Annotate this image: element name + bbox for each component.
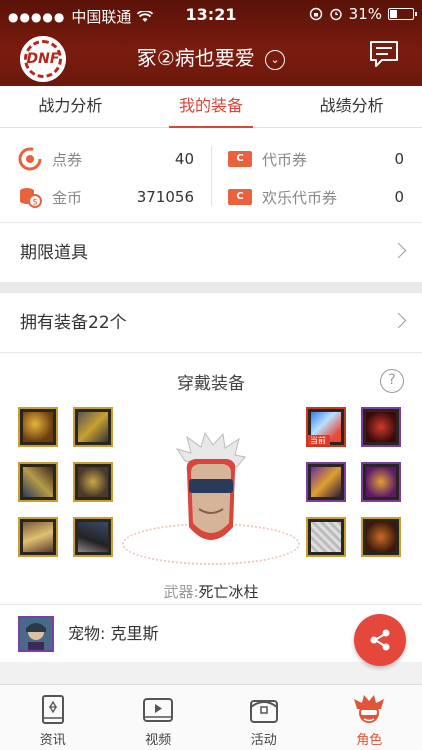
help-icon[interactable]: ? (380, 369, 404, 393)
equipment-slot[interactable] (73, 517, 113, 557)
share-button[interactable] (354, 614, 406, 666)
owned-equipment-label: 拥有装备22个 (20, 313, 127, 333)
currency-item-dianquan: 点券 40 (18, 144, 194, 174)
equipment-slot[interactable] (73, 462, 113, 502)
currency-value: 40 (174, 150, 194, 168)
svg-text:$: $ (32, 198, 38, 208)
currency-label: 金币 (52, 188, 83, 207)
current-weapon: 武器:死亡冰柱 (0, 581, 422, 602)
currency-item-token-coupon: C 代币券 0 (228, 144, 404, 174)
currency-value: 371056 (136, 188, 194, 206)
dian-quan-icon (18, 147, 42, 171)
limited-items-row[interactable]: 期限道具 (0, 222, 422, 282)
app-header: ●●●●● 中国联通 13:21 31% DNF 冢②病也要爱 ⌄ (0, 0, 422, 86)
equipment-slot[interactable] (18, 462, 58, 502)
chevron-right-icon (390, 242, 407, 259)
chevron-right-icon (390, 312, 407, 329)
owned-equipment-row[interactable]: 拥有装备22个 (0, 292, 422, 352)
equipment-slot[interactable] (73, 407, 113, 447)
battery-icon (388, 8, 417, 20)
bottom-nav-label: 资讯 (39, 733, 66, 748)
message-icon[interactable] (368, 40, 400, 68)
character-selector[interactable]: 冢②病也要爱 ⌄ (0, 42, 422, 71)
equipment-slot[interactable] (361, 462, 401, 502)
bottom-nav-label: 视频 (145, 733, 172, 748)
nav-bar: DNF 冢②病也要爱 ⌄ (0, 28, 422, 86)
currency-value: 0 (394, 188, 404, 206)
worn-equipment-panel: 穿戴装备 ? 当前 武器:死亡冰柱 (0, 352, 422, 604)
character-portrait (175, 431, 246, 540)
pet-avatar (18, 616, 54, 652)
tab-my-equipment[interactable]: 我的装备 (141, 86, 282, 128)
limited-items-label: 期限道具 (20, 243, 88, 263)
equipment-slot[interactable] (361, 407, 401, 447)
battery-percent: 31% (348, 5, 382, 23)
orientation-lock-icon (309, 7, 322, 21)
bottom-nav-news[interactable]: 资讯 (0, 685, 106, 750)
weapon-name: 死亡冰柱 (198, 583, 259, 601)
alarm-icon (329, 8, 342, 21)
equipment-slot[interactable] (361, 517, 401, 557)
character-icon (354, 695, 385, 723)
currency-label: 点券 (52, 150, 83, 169)
equipment-slot[interactable] (18, 407, 58, 447)
share-icon (370, 629, 390, 651)
character-name: 冢②病也要爱 (136, 46, 255, 70)
section-divider (0, 282, 422, 292)
coupon-icon: C (228, 185, 252, 209)
currency-item-happy-token-coupon: C 欢乐代币券 0 (228, 182, 404, 212)
activity-chest-icon (249, 700, 278, 723)
bottom-nav: 资讯 视频 活动 角色 (0, 684, 422, 750)
gold-coin-icon: $ (18, 185, 42, 209)
currency-item-gold: $ 金币 371056 (18, 182, 194, 212)
bottom-nav-label: 活动 (250, 733, 277, 748)
pet-label: 宠物: (68, 624, 106, 643)
video-play-icon (143, 698, 174, 722)
bottom-nav-character[interactable]: 角色 (317, 685, 422, 750)
equipment-slot-empty[interactable] (306, 517, 346, 557)
worn-equipment-title: 穿戴装备 (177, 374, 245, 394)
bottom-nav-label: 角色 (356, 733, 383, 748)
tab-battle-record[interactable]: 战绩分析 (281, 86, 422, 127)
bottom-nav-activity[interactable]: 活动 (211, 685, 317, 750)
weapon-slot-current[interactable]: 当前 (306, 407, 346, 447)
current-badge: 当前 (308, 435, 330, 445)
weapon-label: 武器: (163, 583, 199, 601)
equipment-slot[interactable] (18, 517, 58, 557)
equipment-slot[interactable] (306, 462, 346, 502)
pet-name: 克里斯 (110, 624, 159, 643)
currency-divider (211, 146, 212, 206)
status-bar: ●●●●● 中国联通 13:21 31% (0, 0, 422, 28)
coupon-icon: C (228, 147, 252, 171)
currency-value: 0 (394, 150, 404, 168)
bottom-nav-video[interactable]: 视频 (106, 685, 212, 750)
news-book-icon (41, 695, 64, 724)
currency-label: 欢乐代币券 (262, 188, 338, 207)
currency-label: 代币券 (262, 150, 308, 169)
tab-combat-analysis[interactable]: 战力分析 (0, 86, 141, 127)
tab-bar: 战力分析 我的装备 战绩分析 (0, 86, 422, 128)
chevron-down-icon: ⌄ (265, 50, 286, 70)
currency-panel: 点券 40 $ 金币 371056 C 代币券 0 C 欢乐代币券 0 (0, 128, 422, 222)
